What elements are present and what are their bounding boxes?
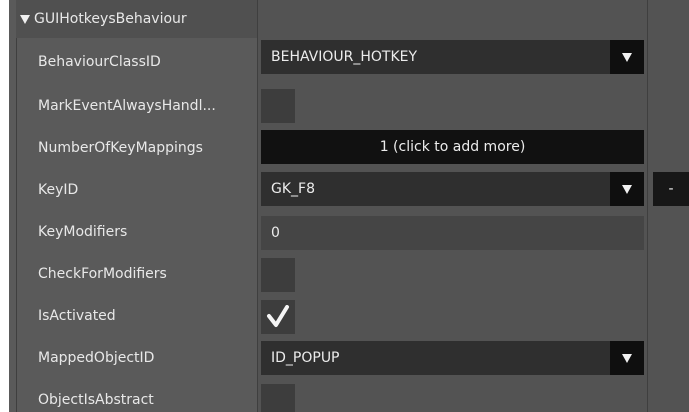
properties-panel: GUIHotkeysBehaviour BehaviourClassID BEH… [0, 0, 689, 412]
property-label: KeyID [38, 181, 79, 198]
property-row-mark-event-always-handled: MarkEventAlwaysHandl... [16, 84, 689, 127]
remove-key-mapping-button[interactable]: - [653, 172, 689, 206]
tree-indent-strip [9, 0, 16, 412]
property-row-check-for-modifiers: CheckForModifiers [16, 252, 689, 295]
property-label: MarkEventAlwaysHandl... [38, 97, 216, 114]
property-row-key-id: KeyID GK_F8 - [16, 168, 689, 211]
chevron-down-icon[interactable] [610, 40, 644, 74]
property-label: CheckForModifiers [38, 265, 167, 282]
property-label: BehaviourClassID [38, 53, 161, 70]
key-id-dropdown[interactable]: GK_F8 [261, 172, 644, 206]
dropdown-value: GK_F8 [271, 181, 315, 197]
object-is-abstract-checkbox[interactable] [261, 384, 295, 412]
property-row-object-is-abstract: ObjectIsAbstract [16, 378, 689, 412]
section-header[interactable]: GUIHotkeysBehaviour [16, 0, 257, 38]
key-modifiers-input[interactable]: 0 [261, 216, 644, 250]
property-row-key-modifiers: KeyModifiers 0 [16, 210, 689, 253]
mapped-object-id-dropdown[interactable]: ID_POPUP [261, 341, 644, 375]
dropdown-value: ID_POPUP [271, 350, 340, 366]
chevron-down-icon[interactable] [610, 172, 644, 206]
property-row-is-activated: IsActivated [16, 294, 689, 337]
property-label: MappedObjectID [38, 349, 155, 366]
property-row-behaviour-class-id: BehaviourClassID BEHAVIOUR_HOTKEY [16, 40, 689, 83]
chevron-down-icon[interactable] [610, 341, 644, 375]
check-for-modifiers-checkbox[interactable] [261, 258, 295, 292]
behaviour-class-id-dropdown[interactable]: BEHAVIOUR_HOTKEY [261, 40, 644, 74]
add-key-mapping-button[interactable]: 1 (click to add more) [261, 130, 644, 164]
section-title: GUIHotkeysBehaviour [34, 11, 187, 27]
property-label: ObjectIsAbstract [38, 391, 154, 408]
dropdown-value: BEHAVIOUR_HOTKEY [271, 49, 418, 65]
property-label: IsActivated [38, 307, 116, 324]
is-activated-checkbox[interactable] [261, 300, 295, 334]
property-label: NumberOfKeyMappings [38, 139, 203, 156]
property-label: KeyModifiers [38, 223, 128, 240]
property-row-number-of-key-mappings: NumberOfKeyMappings 1 (click to add more… [16, 126, 689, 169]
property-row-mapped-object-id: MappedObjectID ID_POPUP [16, 336, 689, 379]
mark-event-always-handled-checkbox[interactable] [261, 89, 295, 123]
triangle-down-icon[interactable] [20, 14, 30, 24]
checkmark-icon [267, 305, 289, 327]
